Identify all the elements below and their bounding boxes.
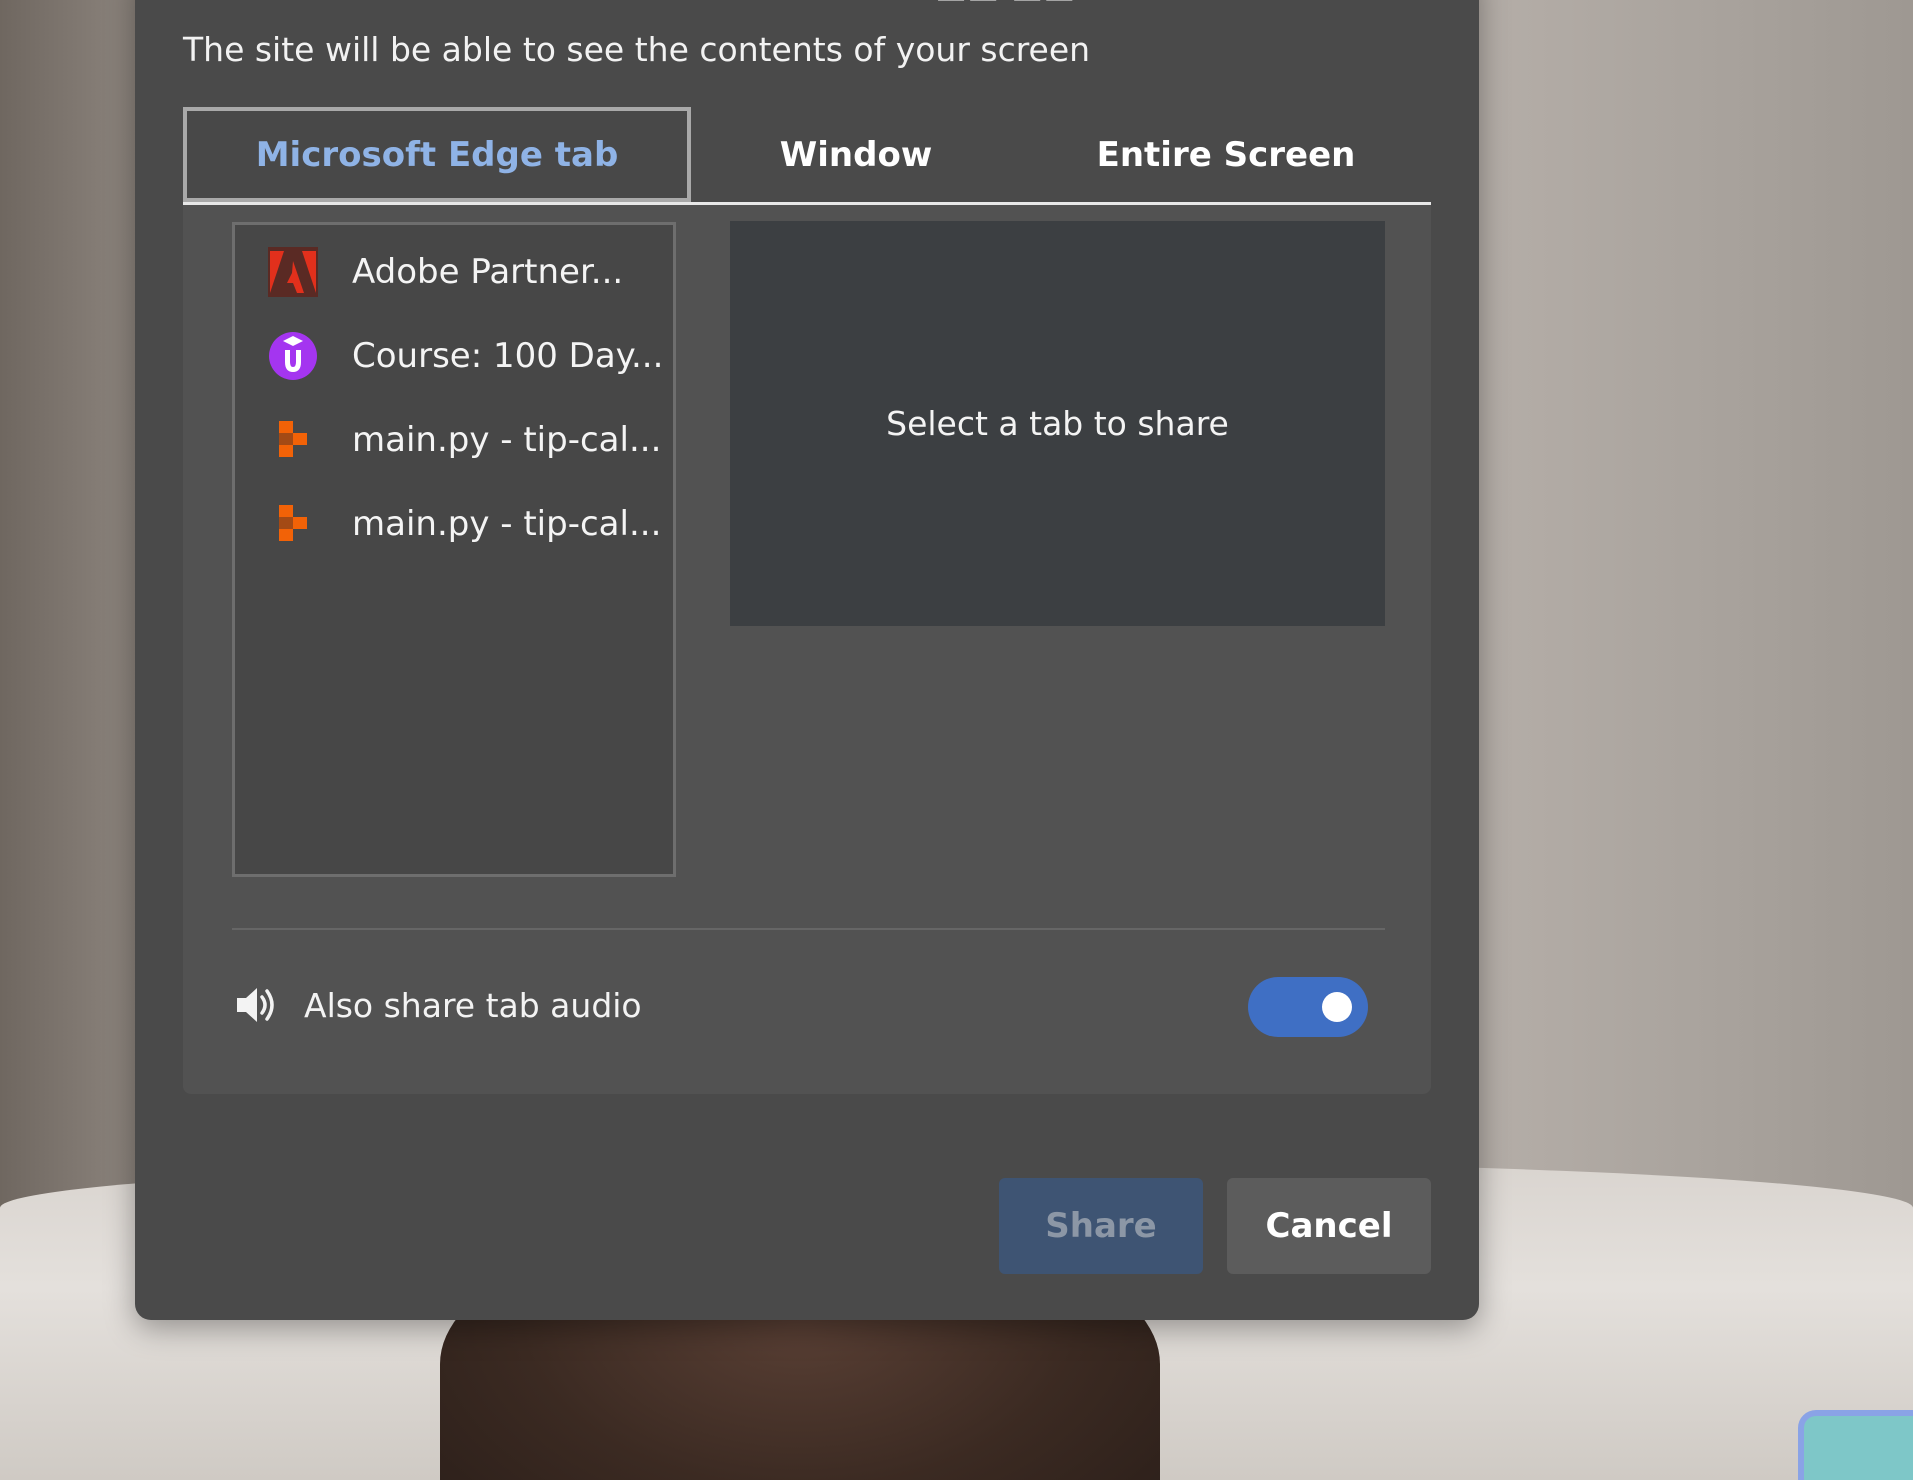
share-audio-row: Also share tab audio <box>232 970 1385 1040</box>
preview-placeholder: Select a tab to share <box>886 404 1229 443</box>
tab-panel: Adobe Partner... Course: 100 Day... main… <box>183 205 1431 1094</box>
list-item[interactable]: Course: 100 Day... <box>235 314 673 398</box>
list-item[interactable]: Adobe Partner... <box>235 230 673 314</box>
corner-widget <box>1798 1410 1913 1480</box>
list-item-label: main.py - tip-cal... <box>352 504 662 544</box>
tab-window[interactable]: Window <box>691 107 1021 202</box>
share-audio-toggle[interactable] <box>1248 977 1368 1037</box>
tab-entire-screen[interactable]: Entire Screen <box>1021 107 1431 202</box>
udemy-icon <box>268 331 318 381</box>
replit-icon <box>268 499 318 549</box>
list-item[interactable]: main.py - tip-cal... <box>235 482 673 566</box>
toggle-knob <box>1322 992 1352 1022</box>
list-item[interactable]: main.py - tip-cal... <box>235 398 673 482</box>
share-audio-label: Also share tab audio <box>304 985 642 1025</box>
share-button[interactable]: Share <box>999 1178 1203 1274</box>
tab-preview: Select a tab to share <box>730 221 1385 626</box>
speaker-icon <box>237 988 274 1022</box>
list-item-label: Course: 100 Day... <box>352 336 664 376</box>
list-item-label: Adobe Partner... <box>352 252 624 292</box>
dialog-subtitle: The site will be able to see the content… <box>183 30 1091 69</box>
dialog-title-cropped: ▬▬ ▬▬ <box>935 0 1095 6</box>
browser-tab-list[interactable]: Adobe Partner... Course: 100 Day... main… <box>232 222 676 877</box>
divider <box>232 928 1385 930</box>
share-screen-dialog: ▬▬ ▬▬ The site will be able to see the c… <box>135 0 1479 1320</box>
tab-microsoft-edge[interactable]: Microsoft Edge tab <box>183 107 691 202</box>
adobe-icon <box>268 247 318 297</box>
cancel-button[interactable]: Cancel <box>1227 1178 1431 1274</box>
replit-icon <box>268 415 318 465</box>
list-item-label: main.py - tip-cal... <box>352 420 662 460</box>
source-tabs: Microsoft Edge tab Window Entire Screen <box>183 107 1431 205</box>
